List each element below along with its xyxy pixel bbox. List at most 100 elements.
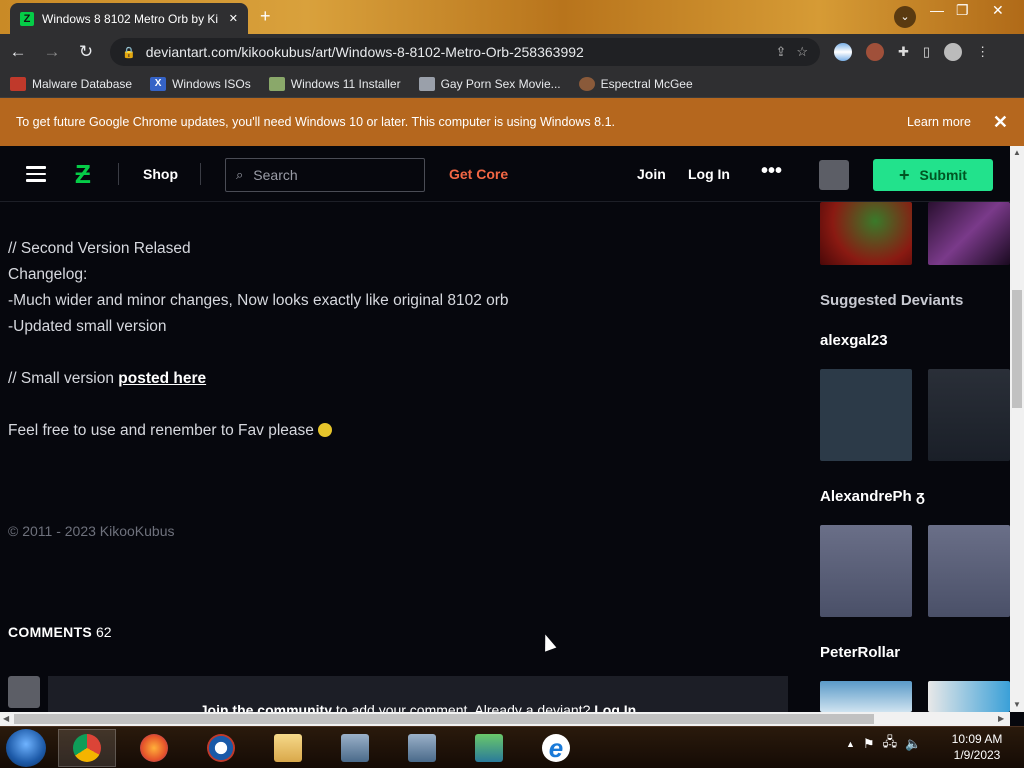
suggested-deviants-title: Suggested Deviants [820,292,964,309]
deviant-name[interactable]: alexgal23 [820,332,888,349]
join-community-link[interactable]: Join the community [200,702,332,712]
internet-explorer-icon: e [542,734,570,762]
omnibox[interactable]: 🔒 deviantart.com/kikookubus/art/Windows-… [110,38,820,66]
plus-icon: + [899,164,910,185]
ladybug-icon [10,76,26,91]
search-icon: ⌕ [236,167,244,182]
divider [118,163,119,185]
bookmark-star-icon[interactable]: ☆ [796,44,808,60]
deviantart-logo-icon[interactable]: Ƶ [75,161,95,187]
taskbar-app[interactable] [326,729,384,767]
extension-avatar-icon[interactable] [866,43,884,61]
thumbnail-image[interactable] [928,525,1010,617]
taskbar-app[interactable] [192,729,250,767]
posted-here-link[interactable]: posted here [118,370,206,387]
thumbnail-image[interactable] [928,681,1010,712]
tab-close-icon[interactable]: ✕ [229,12,238,25]
address-bar-row: ← → ↻ 🔒 deviantart.com/kikookubus/art/Wi… [0,34,1024,70]
thumbnail-image[interactable] [820,369,912,461]
extensions-puzzle-icon[interactable]: ✚ [898,44,909,60]
copyright-text: © 2011 - 2023 KikooKubus [8,523,175,539]
join-link[interactable]: Join [637,166,666,182]
menu-kebab-icon[interactable]: ⋮ [976,44,989,60]
clock-date: 1/9/2023 [953,748,1001,762]
profile-icon[interactable] [944,43,963,61]
comment-login-link[interactable]: Log In [594,702,636,712]
clock-time: 10:09 AM [951,732,1003,746]
bookmark-item[interactable]: Windows 11 Installer [268,76,401,91]
reload-icon[interactable]: ↻ [76,42,96,62]
clock[interactable]: 10:09 AM 1/9/2023 [942,731,1012,763]
scroll-left-arrow-icon[interactable]: ◀ [3,714,9,723]
taskbar-ie[interactable]: e [527,729,585,767]
search-placeholder: Search [253,167,298,183]
site-icon [418,76,435,91]
thumbnail-image[interactable] [820,202,912,265]
get-core-link[interactable]: Get Core [449,166,508,182]
forward-icon[interactable]: → [42,42,62,62]
back-icon[interactable]: ← [8,42,28,62]
description-line: -Updated small version [8,318,167,335]
comments-count: 62 [95,624,112,640]
deviant-name[interactable]: AlexandrePh ᵹ [820,488,925,505]
vertical-scroll-thumb[interactable] [1012,290,1022,408]
vertical-scrollbar[interactable] [1010,146,1024,712]
users-icon [475,734,503,762]
bookmark-item[interactable]: Espectral McGee [578,76,693,91]
share-icon[interactable]: ⇪ [775,44,786,60]
extension-flag-icon[interactable] [834,43,852,61]
tab-title: Windows 8 8102 Metro Orb by Ki [42,11,219,26]
thumbnail-image[interactable] [928,369,1010,461]
more-options-icon[interactable]: ••• [761,160,782,183]
bookmark-item[interactable]: X Windows ISOs [150,76,251,91]
hamburger-menu-icon[interactable] [26,166,46,182]
site-header: Ƶ Shop ⌕ Search Get Core Join Log In •••… [0,146,1010,202]
network-icon[interactable]: 🖧 [883,733,898,755]
taskbar-chrome[interactable] [58,729,116,767]
learn-more-link[interactable]: Learn more [907,115,971,129]
url-text: deviantart.com/kikookubus/art/Windows-8-… [145,44,584,60]
scroll-down-arrow-icon[interactable]: ▼ [1013,700,1021,709]
bookmarks-bar: Malware Database X Windows ISOs Windows 1… [0,70,1024,98]
thumbnail-image[interactable] [820,681,912,712]
thumbnail-image[interactable] [820,525,912,617]
deviation-description: // Second Version Relased Changelog: -Mu… [8,236,788,444]
chrome-update-infobar: To get future Google Chrome updates, you… [0,98,1024,146]
show-hidden-icons-icon[interactable]: ▲ [846,739,855,749]
submit-label: Submit [919,167,967,183]
bookmark-item[interactable]: Malware Database [10,76,132,91]
scroll-right-arrow-icon[interactable]: ▶ [998,714,1004,723]
horizontal-scroll-thumb[interactable] [14,714,874,724]
submit-button[interactable]: + Submit [873,159,993,191]
flag-icon[interactable]: ⚑ [863,736,875,752]
start-orb-icon[interactable] [6,729,46,767]
deviant-name[interactable]: PeterRollar [820,644,900,661]
avatar-placeholder[interactable] [819,160,849,190]
close-window-button[interactable]: ✕ [992,2,1004,19]
taskbar-app[interactable] [393,729,451,767]
login-link[interactable]: Log In [688,166,730,182]
infobar-close-icon[interactable]: ✕ [993,112,1008,133]
taskbar-app[interactable] [460,729,518,767]
side-panel-icon[interactable]: ▯ [923,44,930,60]
avatar-icon [578,76,595,91]
new-tab-button[interactable]: + [260,6,271,27]
minimize-button[interactable]: — [930,2,944,18]
thumbnail-image[interactable] [928,202,1010,265]
taskbar-explorer[interactable] [259,729,317,767]
maximize-button[interactable]: ❐ [956,2,969,19]
computer-icon [341,734,369,762]
browser-tab[interactable]: Z Windows 8 8102 Metro Orb by Ki ✕ [10,3,248,34]
scroll-up-arrow-icon[interactable]: ▲ [1013,148,1021,157]
volume-icon[interactable]: 🔈 [905,736,921,752]
taskbar-firefox[interactable] [125,729,183,767]
search-input[interactable]: ⌕ Search [225,158,425,192]
mouse-cursor-icon [539,632,557,652]
tab-search-icon[interactable]: ⌄ [894,6,916,28]
divider [200,163,201,185]
windows-taskbar: e ▲ ⚑ 🖧 🔈 10:09 AM 1/9/2023 [0,726,1024,768]
bookmark-item[interactable]: Gay Porn Sex Movie... [418,76,561,91]
description-line: // Second Version Relased [8,240,191,257]
shop-link[interactable]: Shop [143,166,178,182]
